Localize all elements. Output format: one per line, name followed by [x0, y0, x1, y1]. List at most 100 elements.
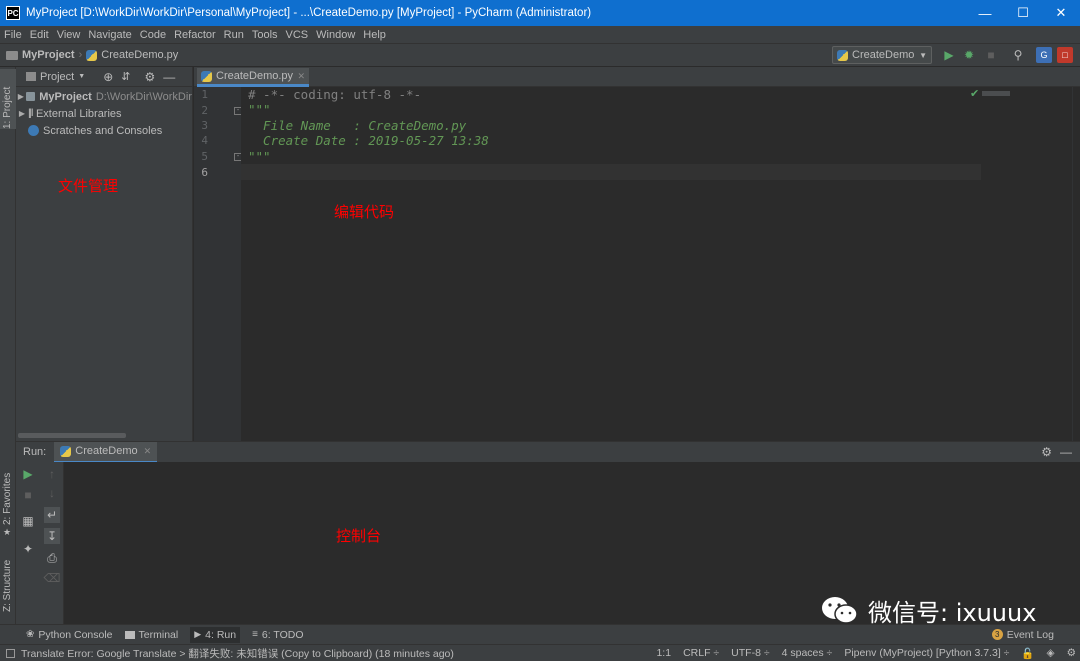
gear-icon[interactable]: ⚙: [1041, 445, 1052, 459]
run-tool-tab[interactable]: ▶ 4: Run: [190, 626, 241, 643]
project-panel: Project ▼ ⊕ ⇵ ⚙ — ▶ MyProject D:\WorkDir…: [16, 67, 193, 441]
annotation-file-management: 文件管理: [58, 177, 119, 195]
code-editor[interactable]: # -*- coding: utf-8 -*- """ File Name : …: [241, 87, 1080, 441]
code-line: """: [248, 102, 271, 117]
menu-refactor[interactable]: Refactor: [170, 29, 220, 41]
run-panel-header: Run: CreateDemo ✕ ⚙ —: [16, 441, 1080, 463]
memory-indicator-icon[interactable]: ⚙: [1067, 647, 1076, 659]
menu-vcs[interactable]: VCS: [282, 29, 313, 41]
close-icon[interactable]: ✕: [144, 446, 152, 457]
expand-arrow-icon[interactable]: ▶: [16, 92, 26, 101]
tool-tab-label: 6: TODO: [261, 628, 304, 641]
menu-tools[interactable]: Tools: [248, 29, 282, 41]
bottom-tool-bar: ❀ Python Console Terminal ▶ 4: Run ≡ 6: …: [0, 624, 1080, 644]
tree-item-external-libraries[interactable]: ▶ |||‖ External Libraries: [16, 105, 192, 122]
breadcrumb-file[interactable]: CreateDemo.py: [86, 49, 178, 61]
breadcrumb-file-label: CreateDemo.py: [101, 49, 179, 61]
line-separator[interactable]: CRLF ÷: [683, 647, 719, 659]
horizontal-scrollbar[interactable]: [18, 433, 126, 438]
expand-arrow-icon[interactable]: ▶: [16, 109, 28, 118]
tool-tab-label: Event Log: [1006, 628, 1054, 641]
line-number: 2: [201, 104, 208, 117]
window-title: MyProject [D:\WorkDir\WorkDir\Personal\M…: [26, 7, 592, 19]
python-file-icon: [837, 49, 848, 61]
project-view-selector[interactable]: Project: [40, 71, 74, 83]
python-console-tab[interactable]: ❀ Python Console: [26, 629, 113, 641]
line-number: 4: [201, 134, 208, 147]
maximize-button[interactable]: ☐: [1004, 0, 1042, 26]
tree-item-myproject[interactable]: ▶ MyProject D:\WorkDir\WorkDir: [16, 88, 192, 105]
inspector-icon[interactable]: ◈: [1047, 647, 1055, 659]
breadcrumb-project-label: MyProject: [22, 49, 75, 61]
print-icon[interactable]: ⎙: [44, 550, 60, 566]
status-message[interactable]: Translate Error: Google Translate > 翻译失败…: [21, 646, 454, 661]
todo-tab[interactable]: ≡ 6: TODO: [252, 629, 303, 641]
python-file-icon: [201, 70, 212, 82]
soft-wrap-icon[interactable]: ↵: [44, 507, 60, 523]
close-icon[interactable]: ✕: [297, 71, 305, 82]
terminal-tab[interactable]: Terminal: [124, 628, 179, 641]
menu-view[interactable]: View: [53, 29, 85, 41]
library-icon: |||‖: [28, 108, 34, 119]
up-arrow-icon[interactable]: ↑: [44, 466, 60, 482]
tree-item-scratches[interactable]: Scratches and Consoles: [16, 122, 192, 139]
menu-file[interactable]: File: [0, 29, 26, 41]
watermark-text: 微信号: ixuuux: [868, 599, 1037, 627]
tree-item-label: Scratches and Consoles: [43, 124, 163, 137]
tool-windows-toggle-icon[interactable]: [6, 648, 15, 658]
translate-alt-icon[interactable]: □: [1057, 47, 1073, 63]
pin-icon[interactable]: ✦: [20, 541, 36, 557]
star-icon: ★: [3, 527, 12, 537]
close-button[interactable]: ✕: [1042, 0, 1080, 26]
run-toolbar: ▶ ■ ▦ ✦ ↑ ↓ ↵ ↧ ⎙ ⌫: [16, 462, 64, 624]
breadcrumb-separator-icon: ›: [78, 49, 83, 61]
tab-createdemo[interactable]: CreateDemo.py ✕: [197, 68, 309, 87]
layout-icon[interactable]: ▦: [20, 513, 36, 529]
breadcrumb-project[interactable]: MyProject ›: [6, 49, 86, 61]
structure-stripe-label[interactable]: Z: Structure: [2, 560, 13, 612]
search-icon[interactable]: ⚲: [1010, 47, 1026, 63]
menu-code[interactable]: Code: [136, 29, 170, 41]
down-arrow-icon[interactable]: ↓: [44, 485, 60, 501]
scroll-to-end-icon[interactable]: ↧: [44, 528, 60, 544]
run-icon[interactable]: ▶: [941, 47, 957, 63]
hide-panel-icon[interactable]: —: [163, 70, 175, 84]
interpreter-selector[interactable]: Pipenv (MyProject) [Python 3.7.3] ÷: [844, 647, 1009, 659]
hide-panel-icon[interactable]: —: [1060, 445, 1072, 459]
favorites-stripe-label[interactable]: 2: Favorites: [2, 473, 13, 525]
project-stripe-label[interactable]: 1: Project: [2, 87, 13, 129]
caret-position[interactable]: 1:1: [656, 647, 671, 659]
tool-tab-label: Python Console: [38, 628, 113, 641]
run-tab-createdemo[interactable]: CreateDemo ✕: [54, 441, 158, 463]
stop-icon[interactable]: ■: [983, 47, 999, 63]
indent-setting[interactable]: 4 spaces ÷: [782, 647, 833, 659]
minimap: [982, 91, 1010, 96]
rerun-icon[interactable]: ▶: [20, 466, 36, 482]
chevron-down-icon[interactable]: ▼: [78, 73, 85, 80]
minimize-button[interactable]: —: [966, 0, 1004, 26]
menu-run[interactable]: Run: [220, 29, 248, 41]
python-file-icon: [86, 49, 98, 61]
tool-tab-label: Terminal: [138, 628, 179, 641]
menu-help[interactable]: Help: [359, 29, 390, 41]
locate-icon[interactable]: ⊕: [103, 70, 113, 84]
collapse-all-icon[interactable]: ⇵: [121, 70, 130, 83]
code-line: # -*- coding: utf-8 -*-: [248, 87, 422, 102]
stop-icon[interactable]: ■: [20, 487, 36, 503]
menu-window[interactable]: Window: [312, 29, 359, 41]
menu-edit[interactable]: Edit: [26, 29, 53, 41]
translate-icon[interactable]: G: [1036, 47, 1052, 63]
run-config-dropdown[interactable]: CreateDemo ▼: [832, 46, 932, 64]
menu-navigate[interactable]: Navigate: [84, 29, 135, 41]
file-encoding[interactable]: UTF-8 ÷: [731, 647, 769, 659]
trash-icon[interactable]: ⌫: [44, 570, 61, 586]
gear-icon[interactable]: ⚙: [144, 70, 155, 84]
event-log-tab[interactable]: 3 Event Log: [991, 628, 1054, 641]
code-line: File Name : CreateDemo.py: [248, 118, 467, 133]
inspection-ok-icon[interactable]: ✔: [970, 87, 979, 100]
vertical-scrollbar[interactable]: [1072, 87, 1080, 441]
debug-icon[interactable]: ✹: [961, 47, 977, 63]
folder-icon: [6, 50, 18, 60]
lock-icon[interactable]: 🔓: [1021, 647, 1034, 660]
tree-item-label: External Libraries: [35, 107, 122, 120]
